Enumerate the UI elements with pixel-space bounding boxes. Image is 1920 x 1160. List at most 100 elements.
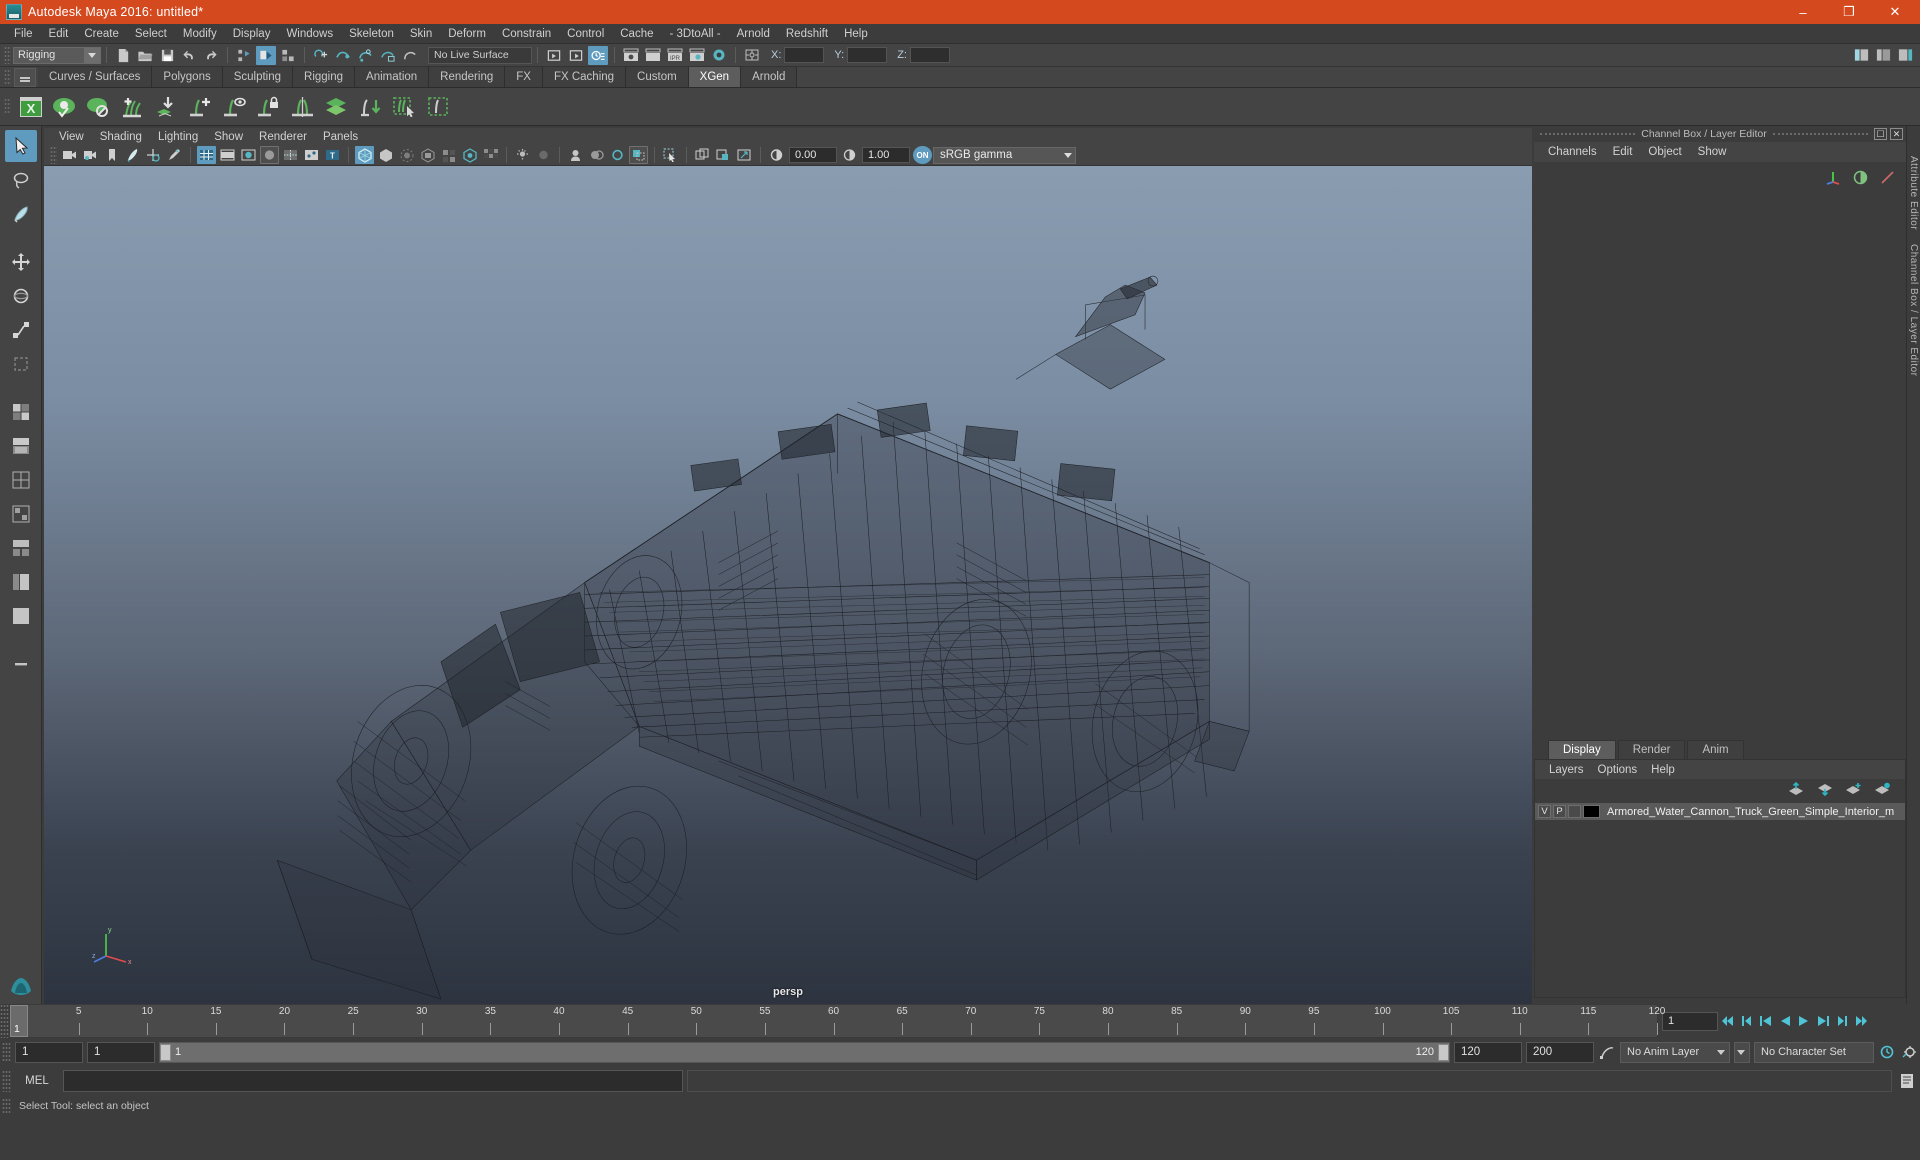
- script-editor-icon[interactable]: [1896, 1070, 1918, 1092]
- transform-center-icon[interactable]: [742, 46, 762, 65]
- layout-persp-outliner-icon[interactable]: [5, 430, 37, 462]
- camera-attributes-icon[interactable]: [81, 146, 100, 164]
- xgen-preview-off-icon[interactable]: [82, 90, 115, 123]
- wireframe-shading-icon[interactable]: [197, 146, 216, 164]
- open-scene-icon[interactable]: [135, 46, 155, 65]
- viewport-menu-renderer[interactable]: Renderer: [252, 130, 314, 144]
- select-hierarchy-icon[interactable]: [234, 46, 254, 65]
- xgen-preview-visible-icon[interactable]: [48, 90, 81, 123]
- new-scene-icon[interactable]: [113, 46, 133, 65]
- layer-shading-toggle[interactable]: [1568, 805, 1581, 818]
- viewport-menu-panels[interactable]: Panels: [316, 130, 365, 144]
- shelf-icons-grip[interactable]: [4, 97, 11, 114]
- layer-row[interactable]: V P Armored_Water_Cannon_Truck_Green_Simpl…: [1535, 803, 1905, 820]
- grid-display-icon[interactable]: [481, 146, 500, 164]
- character-set-selector[interactable]: No Character Set: [1754, 1041, 1874, 1063]
- auto-key-icon[interactable]: [1878, 1042, 1896, 1062]
- animation-start-field[interactable]: 1: [15, 1041, 83, 1063]
- channel-box-menu-show[interactable]: Show: [1692, 145, 1733, 159]
- two-sided-lighting-icon[interactable]: [534, 146, 553, 164]
- layer-playback-toggle[interactable]: P: [1553, 805, 1566, 818]
- ipr-settings-icon[interactable]: IPR: [665, 46, 685, 65]
- minimize-button[interactable]: –: [1780, 0, 1826, 24]
- layer-color-swatch[interactable]: [1583, 805, 1600, 818]
- menu-item-select[interactable]: Select: [127, 26, 175, 42]
- menu-item-file[interactable]: File: [6, 26, 41, 42]
- layout-four-view-icon[interactable]: [5, 396, 37, 428]
- playback-start-field[interactable]: 1: [87, 1041, 155, 1063]
- play-backwards-icon[interactable]: [1776, 1011, 1794, 1031]
- hide-panel-zoom-icon[interactable]: [714, 146, 733, 164]
- range-end-handle[interactable]: [1438, 1043, 1449, 1061]
- range-start-handle[interactable]: [160, 1043, 171, 1061]
- channel-box-menu-edit[interactable]: Edit: [1607, 145, 1639, 159]
- viewport-menu-shading[interactable]: Shading: [93, 130, 149, 144]
- xgen-import-collection-icon[interactable]: [150, 90, 183, 123]
- layer-editor-menu-layers[interactable]: Layers: [1545, 763, 1588, 777]
- new-layer-from-selected-icon[interactable]: [1874, 782, 1891, 801]
- menu-item-create[interactable]: Create: [76, 26, 127, 42]
- snap-to-plane-icon[interactable]: [377, 46, 397, 65]
- layer-editor-tab-anim[interactable]: Anim: [1687, 740, 1744, 759]
- channel-box-menu-channels[interactable]: Channels: [1542, 145, 1603, 159]
- xgen-region-icon[interactable]: [422, 90, 455, 123]
- layout-single-view-icon[interactable]: [5, 600, 37, 632]
- shelf-tab-animation[interactable]: Animation: [355, 67, 430, 87]
- layer-visibility-toggle[interactable]: V: [1538, 805, 1551, 818]
- show-tool-settings-icon[interactable]: [1873, 46, 1893, 65]
- menu-item-constrain[interactable]: Constrain: [494, 26, 559, 42]
- layer-editor-tab-render[interactable]: Render: [1617, 740, 1686, 759]
- hypershade-icon[interactable]: [709, 46, 729, 65]
- shelf-tab-sculpting[interactable]: Sculpting: [222, 67, 294, 87]
- shelf-tab-rendering[interactable]: Rendering: [429, 67, 506, 87]
- xgen-editor-icon[interactable]: X: [14, 90, 47, 123]
- shelf-tab-xgen[interactable]: XGen: [688, 67, 742, 87]
- move-layer-down-icon[interactable]: [1816, 782, 1833, 801]
- show-panel-zoom-icon[interactable]: [693, 146, 712, 164]
- range-grip[interactable]: [2, 1041, 11, 1063]
- scale-tool-icon[interactable]: [5, 314, 37, 346]
- menu-item-cache[interactable]: Cache: [612, 26, 661, 42]
- screen-space-ao-icon[interactable]: [439, 146, 458, 164]
- menu-item-3dtoall[interactable]: - 3DtoAll -: [662, 26, 729, 42]
- y-input[interactable]: [847, 47, 888, 63]
- menu-item-redshift[interactable]: Redshift: [778, 26, 836, 42]
- animation-settings-icon[interactable]: [1900, 1042, 1918, 1062]
- shelf-tab-polygons[interactable]: Polygons: [152, 67, 223, 87]
- move-layer-up-icon[interactable]: [1787, 781, 1804, 801]
- motion-blur-icon[interactable]: [397, 146, 416, 164]
- light-display-icon[interactable]: [513, 146, 532, 164]
- grease-pencil-icon[interactable]: [165, 146, 184, 164]
- two-d-pan-zoom-icon[interactable]: [144, 146, 163, 164]
- xgen-layers-icon[interactable]: [320, 90, 353, 123]
- menu-item-control[interactable]: Control: [559, 26, 612, 42]
- xgen-preview-guide-icon[interactable]: [218, 90, 251, 123]
- time-slider-track[interactable]: 1 5 10 15 20 25 30 35 40 45 50 55 60 65 70 75 80 85 90 95 1…: [9, 1004, 1665, 1038]
- xgen-mirror-guide-icon[interactable]: [286, 90, 319, 123]
- menu-item-skin[interactable]: Skin: [402, 26, 440, 42]
- wireframe-on-shaded-icon[interactable]: [281, 146, 300, 164]
- gamma-value[interactable]: 1.00: [862, 147, 910, 163]
- play-forwards-icon[interactable]: [1795, 1011, 1813, 1031]
- shelf-tab-curves-surfaces[interactable]: Curves / Surfaces: [38, 67, 153, 87]
- command-input[interactable]: [63, 1070, 683, 1092]
- range-slider[interactable]: 1 120: [159, 1041, 1450, 1063]
- menu-item-help[interactable]: Help: [836, 26, 876, 42]
- paint-select-tool-icon[interactable]: [5, 198, 37, 230]
- shelf-tab-arnold[interactable]: Arnold: [741, 67, 798, 87]
- shelf-menu-icon[interactable]: [14, 68, 36, 87]
- bookmark-icon[interactable]: [102, 146, 121, 164]
- menu-item-display[interactable]: Display: [225, 26, 279, 42]
- color-management-toggle[interactable]: ON: [913, 146, 932, 164]
- render-settings-icon[interactable]: [621, 46, 641, 65]
- shading-toggle-icon[interactable]: [1852, 169, 1869, 191]
- step-back-key-icon[interactable]: [1738, 1011, 1756, 1031]
- playback-end-field[interactable]: 120: [1454, 1041, 1522, 1063]
- channel-box-menu-object[interactable]: Object: [1642, 145, 1687, 159]
- shelf-tab-fx-caching[interactable]: FX Caching: [542, 67, 627, 87]
- menu-item-skeleton[interactable]: Skeleton: [341, 26, 402, 42]
- use-default-lighting-icon[interactable]: T: [323, 146, 342, 164]
- viewport-menu-lighting[interactable]: Lighting: [151, 130, 205, 144]
- rotate-tool-icon[interactable]: [5, 280, 37, 312]
- open-render-view-icon[interactable]: [544, 46, 564, 65]
